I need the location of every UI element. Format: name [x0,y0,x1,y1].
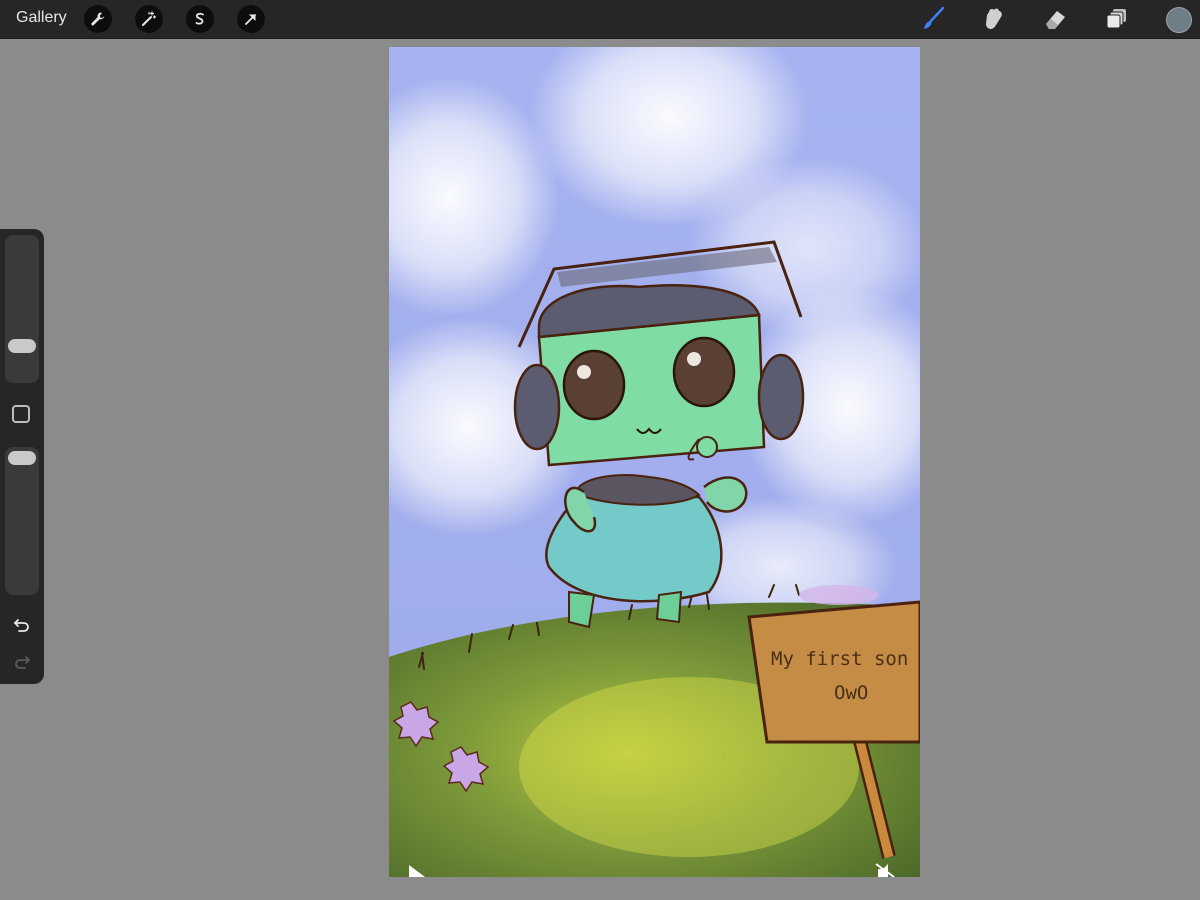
drawing-canvas[interactable]: My first son OwO [389,47,920,877]
transform-arrow-icon[interactable] [237,5,265,33]
smudge-icon[interactable] [980,5,1008,33]
layers-icon[interactable] [1103,5,1131,33]
eraser-icon[interactable] [1041,5,1069,33]
play-icon[interactable] [407,865,427,877]
top-toolbar: Gallery [0,0,1200,39]
opacity-slider[interactable] [5,447,39,595]
gallery-button[interactable]: Gallery [16,9,67,27]
left-sidebar [0,229,44,684]
artwork: My first son OwO [389,47,920,877]
undo-icon[interactable] [10,613,34,637]
sign-text-line1: My first son [771,648,908,670]
sign-text-line2: OwO [834,682,868,704]
mute-icon[interactable] [875,863,895,877]
opacity-thumb[interactable] [8,451,36,465]
modify-button[interactable] [12,405,30,423]
wrench-icon[interactable] [84,5,112,33]
brush-icon[interactable] [919,5,947,33]
brush-size-slider[interactable] [5,235,39,383]
color-picker-button[interactable] [1166,7,1192,33]
selection-icon[interactable] [186,5,214,33]
magic-wand-icon[interactable] [135,5,163,33]
redo-icon[interactable] [10,650,34,674]
brush-size-thumb[interactable] [8,339,36,353]
